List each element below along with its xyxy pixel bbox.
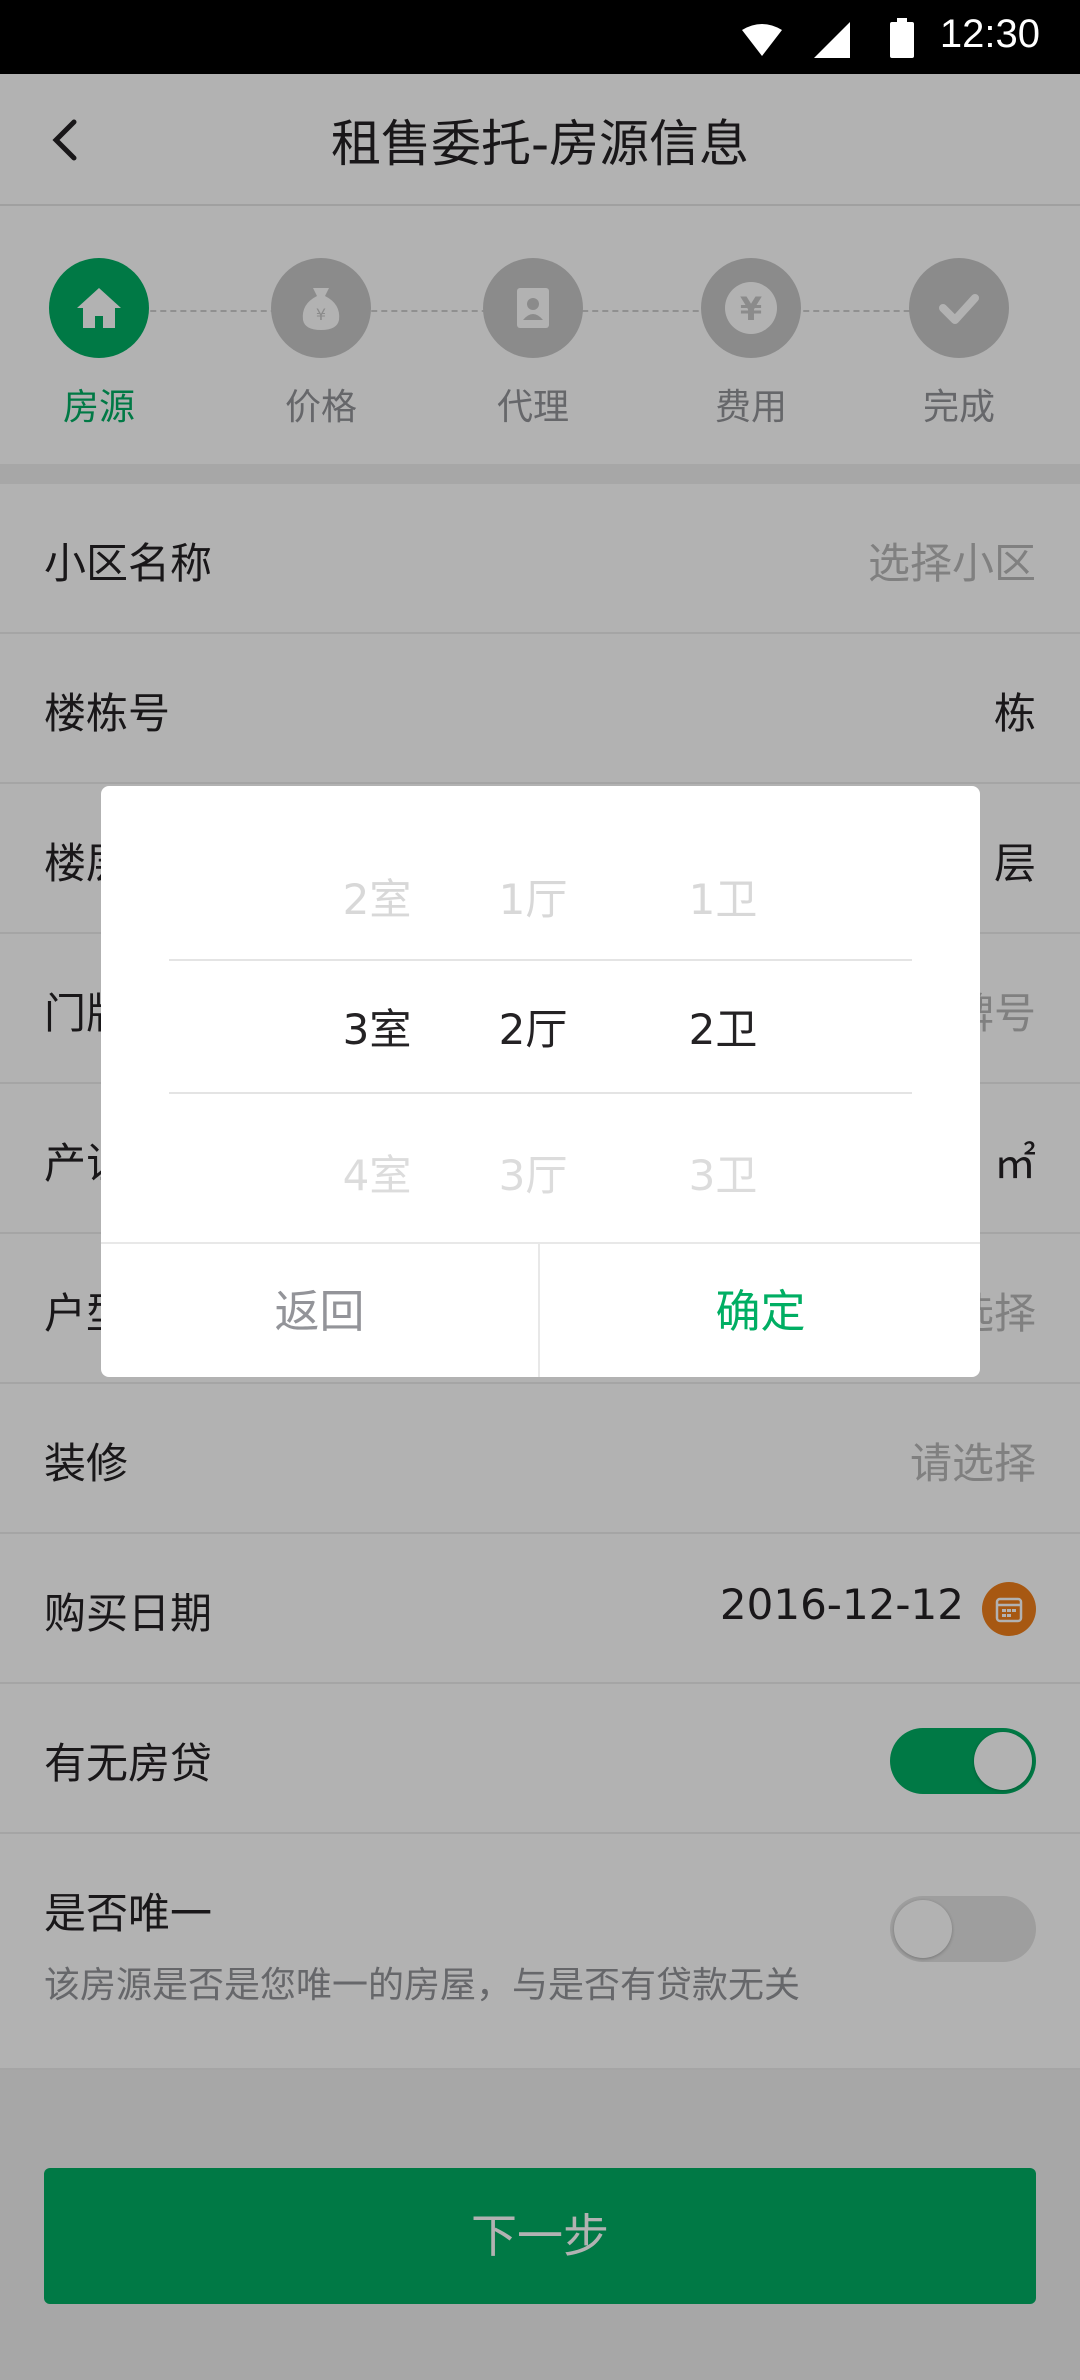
cancel-button[interactable]: 返回 xyxy=(101,1244,540,1377)
battery-icon xyxy=(890,18,914,58)
picker-option[interactable]: 2室 xyxy=(297,866,457,927)
picker-option[interactable]: 1厅 xyxy=(453,866,613,927)
picker-column-halls[interactable]: 1厅 2厅 3厅 xyxy=(453,786,613,1242)
picker-option[interactable]: 1卫 xyxy=(643,866,803,927)
picker-selected-option[interactable]: 3室 xyxy=(297,996,457,1057)
picker-column-rooms[interactable]: 2室 3室 4室 xyxy=(297,786,457,1242)
picker-option[interactable]: 3厅 xyxy=(453,1142,613,1203)
confirm-button[interactable]: 确定 xyxy=(541,1244,980,1377)
wifi-icon xyxy=(742,24,782,56)
picker-option[interactable]: 3卫 xyxy=(643,1142,803,1203)
picker-column-baths[interactable]: 1卫 2卫 3卫 xyxy=(643,786,803,1242)
status-time: 12:30 xyxy=(939,12,1040,56)
picker-option[interactable]: 4室 xyxy=(297,1142,457,1203)
signal-icon xyxy=(814,22,850,58)
picker-selected-option[interactable]: 2厅 xyxy=(453,996,613,1057)
room-layout-picker-dialog: 2室 3室 4室 1厅 2厅 3厅 1卫 2卫 3卫 返回 确定 xyxy=(101,786,980,1377)
picker-wheels[interactable]: 2室 3室 4室 1厅 2厅 3厅 1卫 2卫 3卫 xyxy=(101,786,980,1242)
dialog-actions: 返回 确定 xyxy=(101,1242,980,1377)
picker-selected-option[interactable]: 2卫 xyxy=(643,996,803,1057)
status-bar: 12:30 xyxy=(0,0,1080,74)
